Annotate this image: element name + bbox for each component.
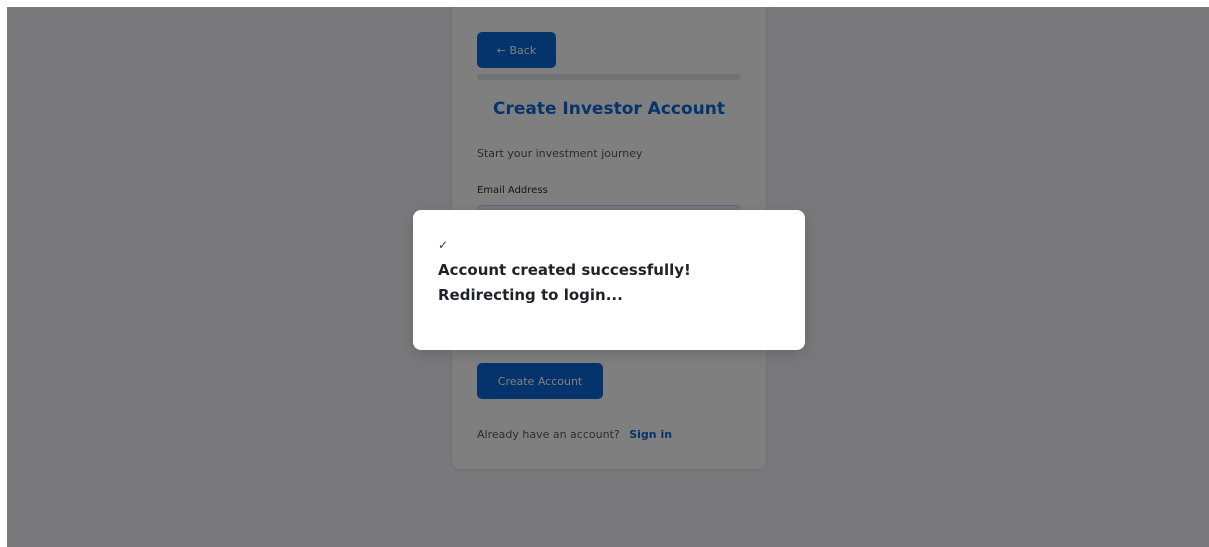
page-viewport: ← Back Create Investor Account Start you… (7, 7, 1209, 547)
check-icon: ✓ (438, 238, 449, 252)
success-dialog: ✓ Account created successfully! Redirect… (413, 210, 805, 350)
success-message: Account created successfully! Redirectin… (438, 261, 691, 304)
